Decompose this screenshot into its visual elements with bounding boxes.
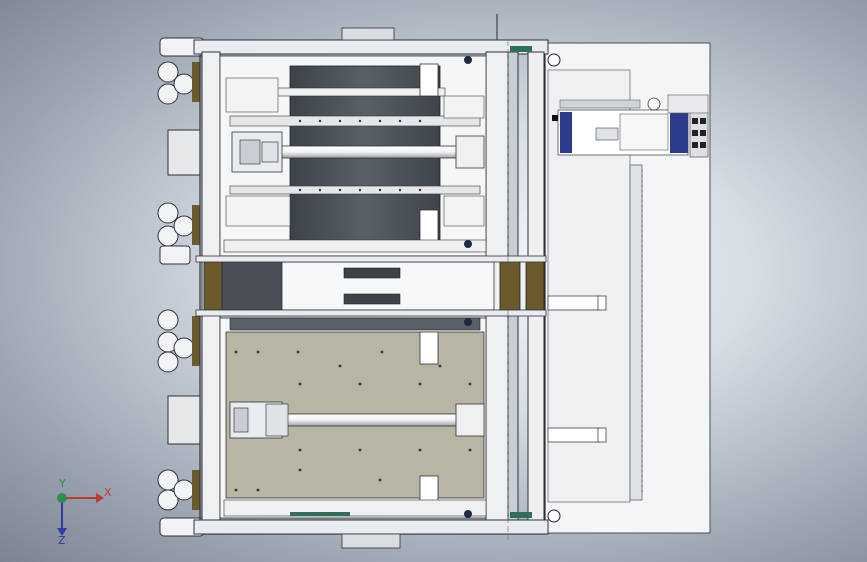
- upper-clamp-top: [419, 63, 439, 97]
- corner-bolt-top: [547, 53, 561, 67]
- caster-group: [157, 37, 205, 537]
- z-axis-label: Z: [58, 534, 66, 547]
- upper-corner-bolt-2: [464, 240, 472, 248]
- upper-left-lower-stack: [225, 195, 291, 227]
- lower-motor-block: [229, 401, 289, 439]
- upper-clamp-bottom: [419, 209, 439, 245]
- lower-clamp-top: [419, 331, 439, 365]
- side-stopper-lower: [547, 427, 607, 443]
- accent-strip-mid: [290, 512, 350, 516]
- bottom-tab: [341, 533, 401, 549]
- middle-rail-bottom: [195, 309, 547, 317]
- middle-bracket-left: [203, 257, 223, 315]
- lower-corner-bolt-1: [464, 318, 472, 326]
- middle-bridge-left: [219, 261, 283, 311]
- lower-bottom-rail: [223, 499, 487, 517]
- y-axis-label: Y: [58, 478, 66, 490]
- middle-slot-upper: [343, 267, 401, 279]
- upper-shaft: [279, 145, 466, 159]
- upper-corner-bolt-1: [464, 56, 472, 64]
- middle-bracket-right-2: [525, 257, 545, 315]
- middle-slot-lower: [343, 293, 401, 305]
- middle-rail-top: [195, 255, 547, 263]
- upper-motor-block: [231, 131, 283, 173]
- coordinate-triad-icon: X Y Z: [57, 478, 112, 547]
- side-stopper-upper: [547, 295, 607, 311]
- middle-bracket-right-1: [499, 257, 521, 315]
- lower-dark-band: [229, 317, 481, 331]
- cad-viewport[interactable]: X Y Z: [0, 0, 867, 562]
- top-tab: [341, 27, 395, 41]
- upper-mid-band: [229, 115, 481, 127]
- accent-strip-top: [510, 46, 532, 52]
- bottom-rail: [193, 519, 549, 535]
- corner-bolt-bottom: [547, 509, 561, 523]
- upper-shaft-end: [455, 135, 485, 169]
- upper-low-band: [229, 185, 481, 195]
- vertical-rail: [629, 164, 643, 501]
- rail-bracket-top: [559, 99, 641, 109]
- accent-strip-bottom: [510, 512, 532, 518]
- lower-shaft: [279, 413, 466, 427]
- lower-shaft-end: [455, 403, 485, 437]
- upper-right-lower-stack: [443, 195, 485, 227]
- upper-left-stack: [225, 77, 279, 113]
- upper-bottom-rail: [223, 239, 487, 253]
- lower-corner-bolt-2: [464, 510, 472, 518]
- assembly-drawing[interactable]: [0, 0, 867, 562]
- x-axis-label: X: [104, 486, 112, 499]
- upper-right-stack: [443, 95, 485, 119]
